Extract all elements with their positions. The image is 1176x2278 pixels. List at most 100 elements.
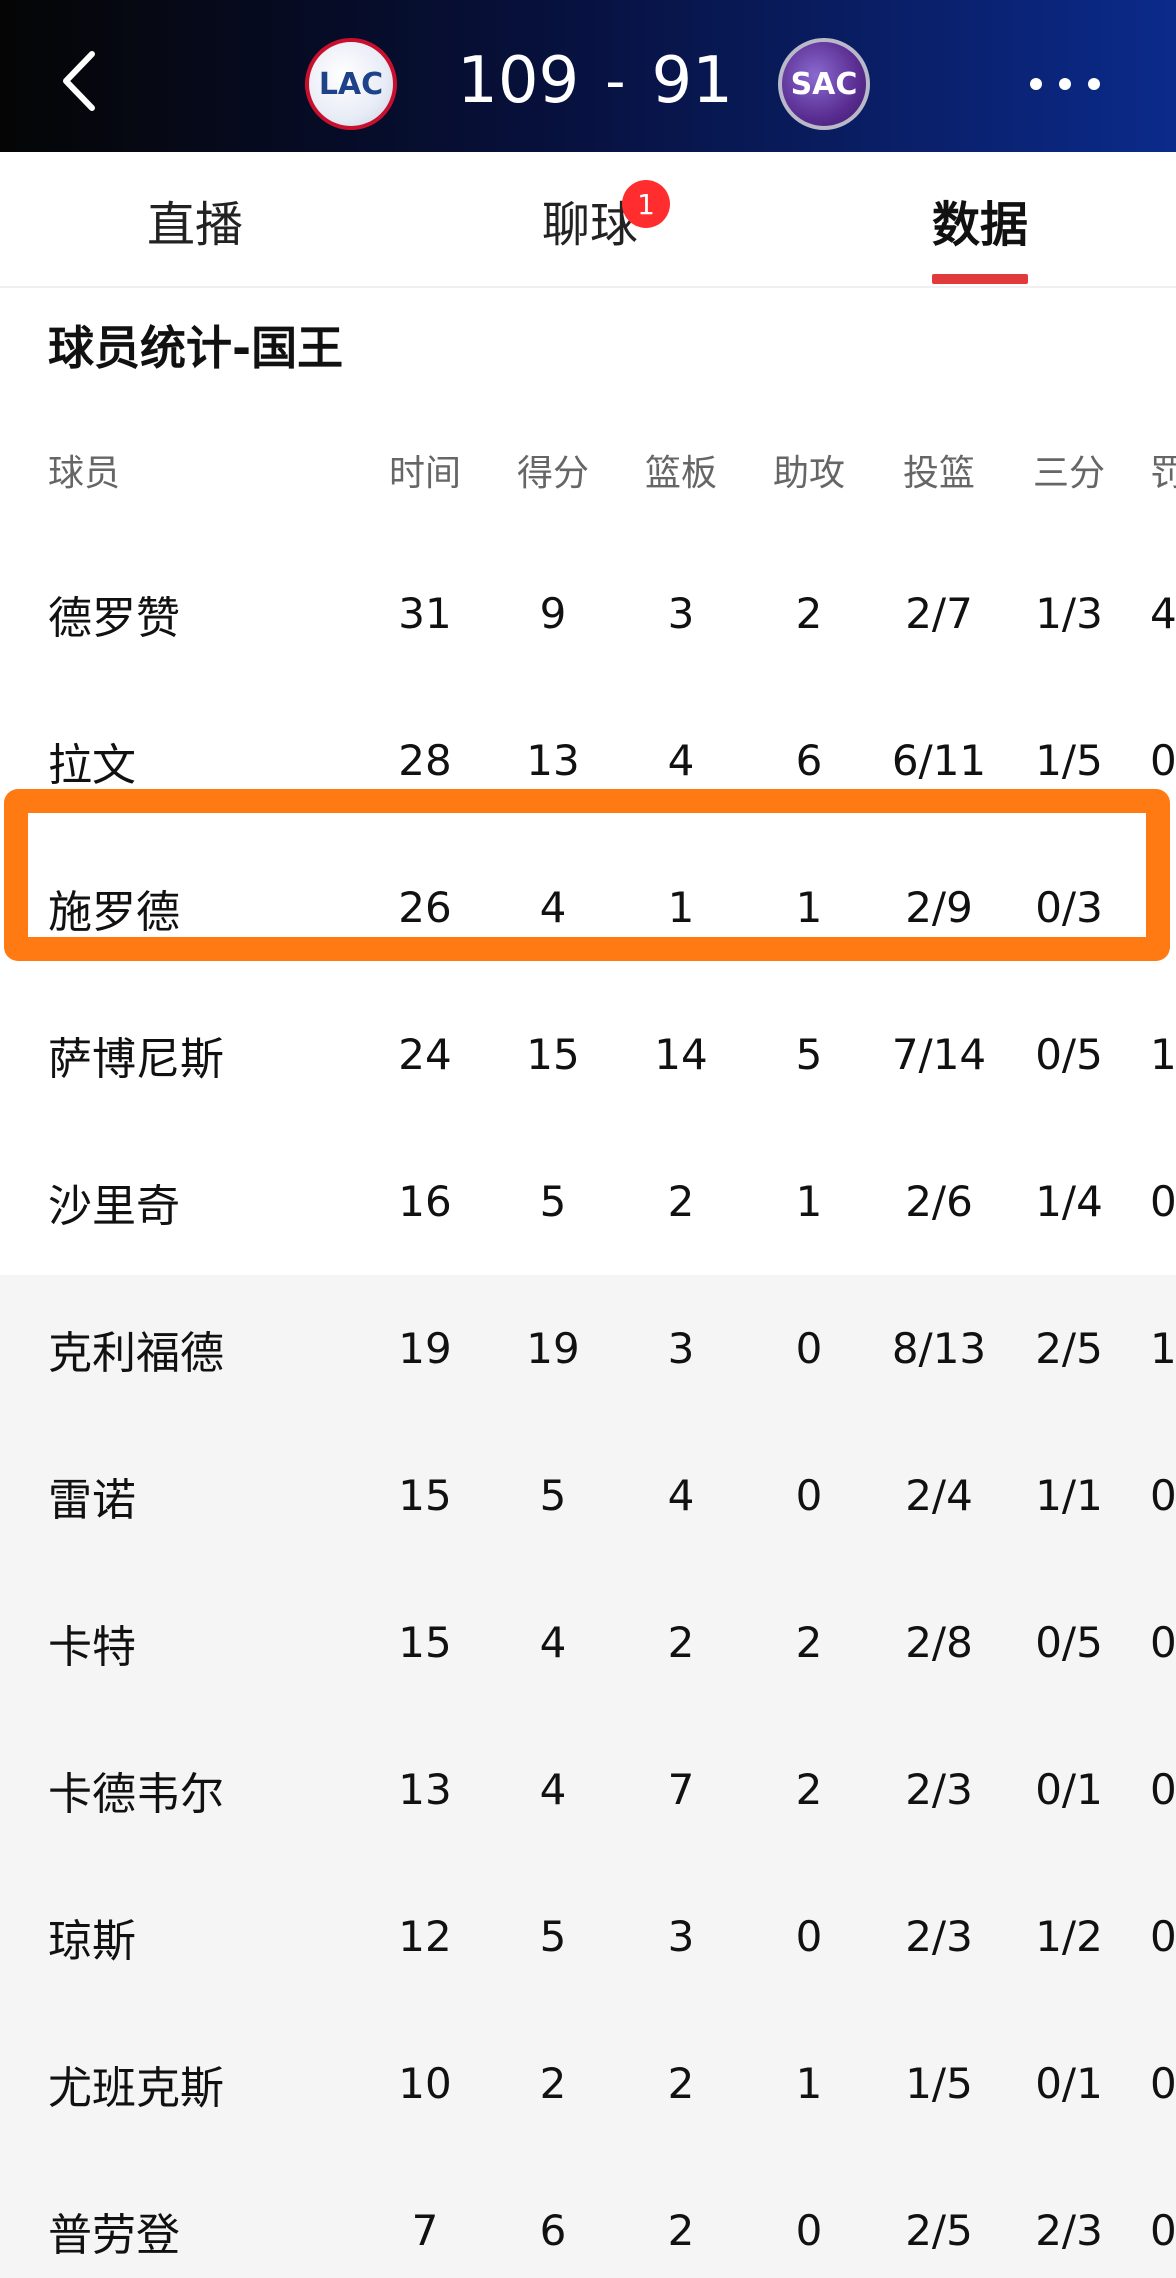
table-row[interactable]: 萨博尼斯 24 15 14 5 7/14 0/5 1: [0, 981, 1176, 1128]
free-throws: 0: [1150, 1177, 1176, 1226]
minutes: 28: [398, 736, 452, 785]
rebounds: 3: [667, 589, 695, 638]
table-row[interactable]: 克利福德 19 19 3 0 8/13 2/5 1: [0, 1275, 1176, 1422]
free-throws: 0: [1150, 1471, 1176, 1520]
table-row[interactable]: 普劳登 7 6 2 0 2/5 2/3 0: [0, 2157, 1176, 2278]
rebounds: 2: [667, 1618, 695, 1667]
back-button[interactable]: [52, 46, 112, 116]
away-score: 91: [651, 44, 733, 118]
assists: 1: [795, 1177, 823, 1226]
away-team-abbr: SAC: [790, 66, 858, 102]
more-dot: [1059, 78, 1071, 90]
assists: 5: [795, 1030, 823, 1079]
home-team-abbr: LAC: [318, 66, 384, 102]
minutes: 26: [398, 883, 452, 932]
chat-notification-badge: 1: [622, 180, 670, 228]
table-row[interactable]: 雷诺 15 5 4 0 2/4 1/1 0: [0, 1422, 1176, 1569]
player-name: 拉文: [48, 739, 136, 791]
table-row[interactable]: 德罗赞 31 9 3 2 2/7 1/3 4: [0, 540, 1176, 687]
more-options-button[interactable]: [1030, 64, 1100, 104]
three-pointers: 1/1: [1035, 1471, 1103, 1520]
three-pointers: 2/5: [1035, 1324, 1103, 1373]
home-team-logo[interactable]: LAC: [305, 38, 397, 130]
field-goals: 6/11: [891, 736, 987, 785]
field-goals: 2/3: [905, 1765, 973, 1814]
column-header-points[interactable]: 得分: [498, 400, 608, 540]
rebounds: 14: [654, 1030, 708, 1079]
free-throws: 0: [1150, 736, 1176, 785]
field-goals: 2/8: [905, 1618, 973, 1667]
field-goals: 2/4: [905, 1471, 973, 1520]
free-throws: 0: [1150, 1618, 1176, 1667]
away-team-logo[interactable]: SAC: [778, 38, 870, 130]
minutes: 10: [398, 2059, 452, 2108]
player-stats-table: 球员 时间 得分 篮板 助攻 投篮 三分 罚 德罗赞 31 9 3 2 2/7 1/3 4 拉文…: [0, 400, 1176, 2278]
tab-live[interactable]: 直播: [95, 152, 295, 288]
rebounds: 7: [667, 1765, 695, 1814]
column-header-three-pointers[interactable]: 三分: [1008, 400, 1130, 540]
column-header-assists[interactable]: 助攻: [754, 400, 864, 540]
assists: 6: [795, 736, 823, 785]
three-pointers: 1/4: [1035, 1177, 1103, 1226]
minutes: 7: [411, 2206, 439, 2255]
player-name: 尤班克斯: [48, 2062, 224, 2114]
table-row[interactable]: 卡特 15 4 2 2 2/8 0/5 0: [0, 1569, 1176, 1716]
player-name: 德罗赞: [48, 592, 180, 644]
section-title: 球员统计-国王: [48, 321, 344, 375]
points: 4: [539, 1618, 567, 1667]
field-goals: 2/9: [905, 883, 973, 932]
minutes: 31: [398, 589, 452, 638]
table-row[interactable]: 拉文 28 13 4 6 6/11 1/5 0: [0, 687, 1176, 834]
table-header-row: 球员 时间 得分 篮板 助攻 投篮 三分 罚: [0, 400, 1176, 540]
active-tab-indicator: [932, 274, 1028, 284]
minutes: 24: [398, 1030, 452, 1079]
table-row[interactable]: 琼斯 12 5 3 0 2/3 1/2 0: [0, 1863, 1176, 2010]
table-row[interactable]: 施罗德 26 4 1 1 2/9 0/3: [0, 834, 1176, 981]
three-pointers: 1/2: [1035, 1912, 1103, 1961]
player-name: 萨博尼斯: [48, 1033, 224, 1085]
minutes: 16: [398, 1177, 452, 1226]
rebounds: 4: [667, 1471, 695, 1520]
minutes: 15: [398, 1618, 452, 1667]
assists: 2: [795, 1618, 823, 1667]
column-header-field-goals[interactable]: 投篮: [878, 400, 1000, 540]
points: 4: [539, 1765, 567, 1814]
free-throws: 0: [1150, 1912, 1176, 1961]
player-name: 施罗德: [48, 886, 180, 938]
points: 5: [539, 1177, 567, 1226]
free-throws: [1150, 834, 1176, 981]
tab-bar: 直播 聊球 1 数据: [0, 152, 1176, 288]
points: 5: [539, 1912, 567, 1961]
assists: 0: [795, 2206, 823, 2255]
points: 6: [539, 2206, 567, 2255]
column-header-free-throws[interactable]: 罚: [1150, 400, 1176, 540]
points: 19: [526, 1324, 580, 1373]
column-header-time[interactable]: 时间: [370, 400, 480, 540]
rebounds: 2: [667, 2206, 695, 2255]
free-throws: 0: [1150, 2206, 1176, 2255]
minutes: 12: [398, 1912, 452, 1961]
rebounds: 1: [667, 883, 695, 932]
assists: 0: [795, 1471, 823, 1520]
player-name: 琼斯: [48, 1915, 136, 1967]
score: 109 - 91: [450, 36, 740, 126]
free-throws: 0: [1150, 2059, 1176, 2108]
column-header-player[interactable]: 球员: [48, 400, 348, 540]
more-dot: [1088, 78, 1100, 90]
tab-data[interactable]: 数据: [880, 152, 1080, 288]
minutes: 15: [398, 1471, 452, 1520]
free-throws: 0: [1150, 1765, 1176, 1814]
table-row[interactable]: 卡德韦尔 13 4 7 2 2/3 0/1 0: [0, 1716, 1176, 1863]
points: 9: [539, 589, 567, 638]
table-body: 德罗赞 31 9 3 2 2/7 1/3 4 拉文 28 13 4 6 6/11 1/5 0 施罗德 26 4 1 1 2…: [0, 540, 1176, 2278]
more-dot: [1030, 78, 1042, 90]
table-row[interactable]: 沙里奇 16 5 2 1 2/6 1/4 0: [0, 1128, 1176, 1275]
three-pointers: 1/3: [1035, 589, 1103, 638]
table-row[interactable]: 尤班克斯 10 2 2 1 1/5 0/1 0: [0, 2010, 1176, 2157]
field-goals: 2/7: [905, 589, 973, 638]
field-goals: 7/14: [891, 1030, 987, 1079]
field-goals: 1/5: [905, 2059, 973, 2108]
assists: 1: [795, 2059, 823, 2108]
column-header-rebounds[interactable]: 篮板: [626, 400, 736, 540]
minutes: 19: [398, 1324, 452, 1373]
